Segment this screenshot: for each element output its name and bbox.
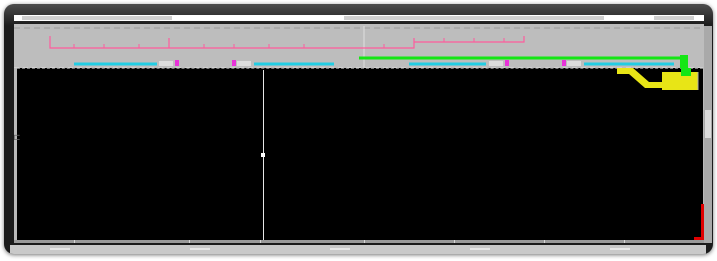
green-duct-drop [681,68,691,76]
pink-beam-ticks [73,38,505,48]
plan-drawing [617,68,699,90]
ruler-tick [260,240,261,243]
yellow-duct-elbow [617,68,665,88]
status-strip [10,245,706,254]
vertical-scrollbar[interactable] [704,26,712,243]
magenta-tag-4 [562,60,566,66]
ruler-tick [74,240,75,243]
title-bar-segment [22,16,172,20]
elevation-view[interactable] [14,24,704,68]
status-marker [190,248,210,250]
pink-beam-right [414,36,525,43]
grid-node-icon [261,153,265,157]
pipe-label-1 [159,61,173,66]
ruler-tick [189,240,190,243]
bottom-ruler [14,240,704,243]
title-bar-segment [344,16,604,20]
title-bar-segment [654,16,694,20]
status-marker [610,248,630,250]
yellow-duct-box [662,72,698,90]
pipe-label-2 [237,61,251,66]
drawing-window: ⊏ [4,4,713,254]
pipe-label-4 [567,61,581,66]
magenta-tag-1 [175,60,179,66]
status-marker [470,248,490,250]
green-duct-riser [680,55,688,68]
title-bar [14,15,704,21]
elevation-drawing [14,26,704,68]
magenta-tag-3 [505,60,509,66]
ruler-tick [454,240,455,243]
pink-beam-left [49,36,170,49]
magenta-tag-2 [232,60,236,66]
status-marker [50,248,70,250]
ruler-tick [544,240,545,243]
bracket-handle-icon[interactable]: ⊏ [14,132,21,144]
scrollbar-thumb[interactable] [705,110,711,138]
ruler-tick [364,240,365,243]
pipe-label-3 [489,61,503,66]
status-marker [330,248,350,250]
ruler-tick [624,240,625,243]
pink-beam-step [344,38,415,49]
plan-view[interactable] [17,68,704,240]
drawing-canvas[interactable]: ⊏ [14,24,704,243]
